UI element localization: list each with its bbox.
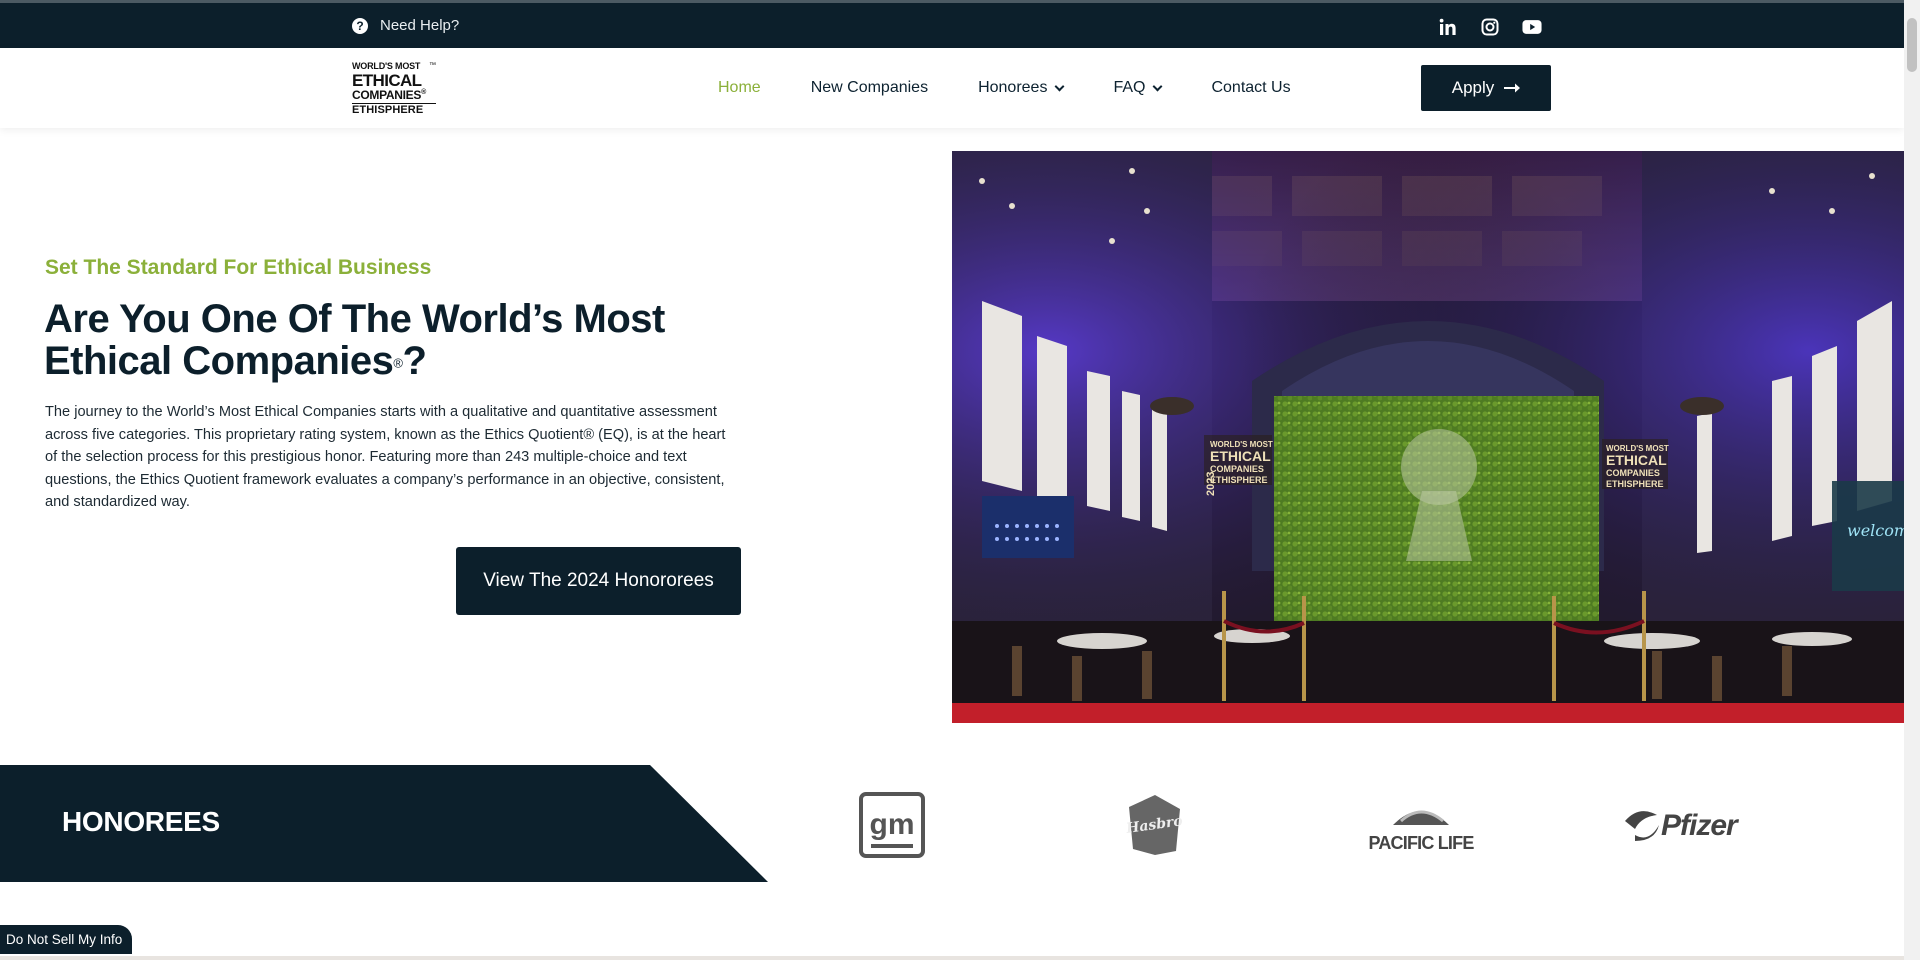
logo-line2: ETHICAL (352, 71, 422, 90)
pfizer-logo[interactable]: Pfizer (1620, 790, 1742, 860)
svg-text:gm: gm (870, 808, 915, 841)
gala-event-photo: welcome WORLD'S MOST ETHICAL COMPANIES E… (952, 151, 1904, 723)
hasbro-logo[interactable]: Hasbro (1124, 790, 1186, 860)
youtube-icon[interactable] (1522, 17, 1542, 37)
svg-text:ETHICAL: ETHICAL (1606, 452, 1667, 468)
help-label: Need Help? (380, 17, 460, 34)
svg-text:Pfizer: Pfizer (1661, 809, 1740, 842)
social-links (1438, 17, 1542, 37)
gm-logo[interactable]: gm (858, 790, 926, 860)
svg-text:ETHICAL: ETHICAL (1210, 448, 1271, 464)
site-header: WORLD'S MOST ™ ETHICAL COMPANIES® ETHISP… (0, 48, 1904, 128)
nav-honorees[interactable]: Honorees (978, 79, 1065, 97)
hero-headline: Are You One Of The World’s Most Ethical … (44, 297, 665, 383)
logo-line4: ETHISPHERE (352, 103, 436, 116)
pacific-life-logo[interactable]: PACIFIC LIFE (1362, 790, 1480, 860)
nav-faq[interactable]: FAQ (1113, 79, 1163, 97)
hero-paragraph: The journey to the World’s Most Ethical … (45, 404, 726, 510)
help-link[interactable]: ? Need Help? (352, 17, 459, 34)
arrow-right-icon (1504, 83, 1521, 93)
nav-contact-us[interactable]: Contact Us (1211, 79, 1290, 97)
logo-line1: WORLD'S MOST (352, 61, 421, 71)
main-nav: Home New Companies Honorees FAQ Contact … (718, 48, 1341, 128)
vertical-scrollbar[interactable] (1904, 0, 1920, 960)
svg-text:2023: 2023 (1205, 472, 1217, 496)
question-circle-icon: ? (352, 17, 368, 34)
scrollbar-thumb[interactable] (1907, 18, 1917, 72)
linkedin-icon[interactable] (1438, 17, 1458, 37)
chevron-down-icon (1153, 81, 1163, 91)
do-not-sell-button[interactable]: Do Not Sell My Info (0, 925, 133, 954)
top-utility-bar: ? Need Help? (0, 0, 1904, 48)
page-bottom-edge (0, 956, 1904, 960)
svg-text:COMPANIES: COMPANIES (1210, 464, 1264, 474)
svg-text:PACIFIC LIFE: PACIFIC LIFE (1368, 833, 1474, 853)
chevron-down-icon (1055, 81, 1065, 91)
svg-text:ETHISPHERE: ETHISPHERE (1210, 475, 1268, 485)
honorees-title: HONOREES (62, 806, 220, 837)
nav-home[interactable]: Home (718, 79, 761, 97)
hero-eyebrow: Set The Standard For Ethical Business (45, 256, 432, 279)
nav-new-companies[interactable]: New Companies (811, 79, 928, 97)
apply-label: Apply (1451, 78, 1495, 97)
instagram-icon[interactable] (1480, 17, 1500, 37)
apply-button[interactable]: Apply (1421, 65, 1551, 111)
logo-line3: COMPANIES® (352, 88, 426, 102)
view-honorees-button[interactable]: View The 2024 Honororees (456, 547, 741, 615)
svg-text:ETHISPHERE: ETHISPHERE (1606, 479, 1664, 489)
svg-text:welcome: welcome (1847, 521, 1904, 540)
world-most-ethical-companies-logo[interactable]: WORLD'S MOST ™ ETHICAL COMPANIES® ETHISP… (352, 61, 436, 116)
svg-text:COMPANIES: COMPANIES (1606, 468, 1660, 478)
logo-tm: ™ (429, 62, 436, 69)
